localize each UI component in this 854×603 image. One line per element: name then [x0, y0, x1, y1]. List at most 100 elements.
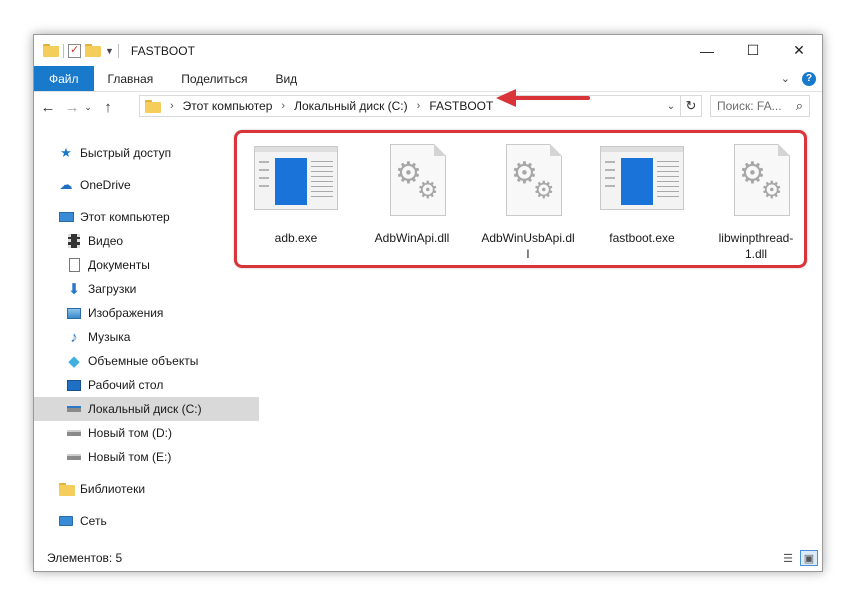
help-icon[interactable]: ? — [802, 71, 816, 86]
file-item-libwinpthread-dll[interactable]: ⚙ ⚙ libwinpthread-1.dll — [702, 144, 810, 264]
details-view-button[interactable]: ☰ — [779, 550, 797, 566]
close-button[interactable]: ✕ — [776, 35, 822, 66]
documents-icon — [66, 257, 82, 273]
sidebar-item-label: Библиотеки — [80, 482, 146, 496]
file-item-adbwinusbapi-dll[interactable]: ⚙ ⚙ AdbWinUsbApi.dll — [474, 144, 582, 264]
sidebar-item-pictures[interactable]: Изображения — [34, 301, 259, 325]
address-bar-actions: ⌄ ↻ — [662, 96, 701, 116]
address-bar[interactable]: › Этот компьютер › Локальный диск (C:) ›… — [139, 95, 702, 117]
sidebar-item-label: Документы — [88, 258, 150, 272]
sidebar-item-local-disk-c[interactable]: Локальный диск (C:) — [34, 397, 259, 421]
sidebar-item-label: Этот компьютер — [80, 210, 170, 224]
sidebar-item-onedrive[interactable]: ☁ OneDrive — [34, 173, 251, 197]
up-button[interactable]: ↑ — [98, 96, 118, 118]
3d-objects-icon: ◆ — [68, 353, 80, 370]
customize-toolbar-chevron-icon[interactable]: ▼ — [105, 46, 114, 56]
sidebar-item-drive-d[interactable]: Новый том (D:) — [34, 421, 259, 445]
tab-home[interactable]: Главная — [94, 66, 168, 91]
dll-gear-icon: ⚙ ⚙ — [368, 144, 456, 220]
tab-file[interactable]: Файл — [34, 66, 94, 91]
expand-ribbon-chevron-icon[interactable]: ⌄ — [781, 72, 790, 85]
breadcrumb-separator[interactable]: › — [417, 100, 421, 112]
forward-button[interactable]: → — [62, 96, 82, 118]
file-name: AdbWinUsbApi.dll — [481, 231, 575, 261]
file-name: adb.exe — [274, 231, 318, 245]
breadcrumb-local-disk-c[interactable]: Локальный диск (C:) — [294, 99, 408, 113]
sidebar-item-label: Новый том (D:) — [88, 426, 172, 440]
sidebar-item-video[interactable]: Видео — [34, 229, 259, 253]
drive-e-icon — [66, 449, 82, 465]
breadcrumb-separator[interactable]: › — [170, 100, 174, 112]
new-folder-icon[interactable] — [85, 44, 101, 57]
desktop-icon — [66, 377, 82, 393]
executable-icon — [598, 144, 686, 220]
minimize-button[interactable]: — — [684, 35, 730, 66]
sidebar-item-label: Изображения — [88, 306, 164, 320]
sidebar-item-label: Сеть — [80, 514, 107, 528]
ribbon-right: ⌄ ? — [781, 66, 822, 91]
tab-view[interactable]: Вид — [261, 66, 311, 91]
title-bar: ▼ FASTBOOT — ☐ ✕ — [34, 35, 822, 66]
file-item-fastboot-exe[interactable]: fastboot.exe — [588, 144, 696, 264]
navigation-bar: ← → ⌄ ↑ › Этот компьютер › Локальный дис… — [34, 92, 822, 122]
search-input[interactable]: Поиск: FA... — [717, 99, 782, 113]
annotation-arrow — [496, 89, 590, 107]
properties-icon[interactable] — [68, 43, 81, 58]
dll-gear-icon: ⚙ ⚙ — [712, 144, 800, 220]
back-button[interactable]: ← — [38, 96, 58, 118]
video-icon — [66, 233, 82, 249]
sidebar-item-downloads[interactable]: ⬇ Загрузки — [34, 277, 259, 301]
breadcrumb-separator[interactable]: › — [281, 100, 285, 112]
maximize-button[interactable]: ☐ — [730, 35, 776, 66]
sidebar-item-desktop[interactable]: Рабочий стол — [34, 373, 259, 397]
cloud-icon: ☁ — [59, 177, 73, 192]
window-title: FASTBOOT — [130, 43, 195, 58]
sidebar-item-label: Объемные объекты — [88, 354, 199, 368]
sidebar-item-quick-access[interactable]: ★ Быстрый доступ — [34, 141, 251, 165]
address-history-chevron-icon[interactable]: ⌄ — [662, 101, 680, 112]
music-icon: ♪ — [70, 328, 78, 346]
tab-share[interactable]: Поделиться — [167, 66, 261, 91]
explorer-window: ▼ FASTBOOT — ☐ ✕ Файл Главная Поделиться… — [33, 34, 823, 572]
file-name: libwinpthread-1.dll — [718, 231, 794, 261]
sidebar-item-drive-e[interactable]: Новый том (E:) — [34, 445, 259, 469]
file-item-adbwinapi-dll[interactable]: ⚙ ⚙ AdbWinApi.dll — [358, 144, 466, 264]
sidebar-item-label: Музыка — [88, 330, 131, 344]
sidebar-item-documents[interactable]: Документы — [34, 253, 259, 277]
recent-locations-chevron-icon[interactable]: ⌄ — [82, 96, 94, 118]
downloads-icon: ⬇ — [67, 281, 81, 298]
toolbar-separator — [63, 43, 64, 58]
refresh-button[interactable]: ↻ — [680, 96, 701, 116]
dll-gear-icon: ⚙ ⚙ — [484, 144, 572, 220]
view-switcher: ☰ ▣ — [776, 550, 818, 566]
sidebar-item-label: OneDrive — [80, 178, 131, 192]
sidebar-item-libraries[interactable]: Библиотеки — [34, 477, 251, 501]
window-controls: — ☐ ✕ — [684, 35, 822, 66]
network-icon — [58, 513, 74, 529]
pictures-icon — [66, 305, 82, 321]
sidebar-item-label: Новый том (E:) — [88, 450, 172, 464]
computer-icon — [58, 209, 74, 225]
sidebar-item-label: Видео — [88, 234, 124, 248]
sidebar-item-3d-objects[interactable]: ◆ Объемные объекты — [34, 349, 259, 373]
sidebar-item-label: Быстрый доступ — [80, 146, 172, 160]
breadcrumb-fastboot[interactable]: FASTBOOT — [429, 99, 493, 113]
search-icon[interactable]: ⌕ — [796, 98, 803, 114]
file-item-adb-exe[interactable]: adb.exe — [242, 144, 350, 264]
folder-icon — [145, 99, 161, 113]
ribbon: Файл Главная Поделиться Вид ⌄ ? — [34, 66, 822, 92]
file-name: AdbWinApi.dll — [374, 231, 450, 245]
search-box[interactable]: Поиск: FA... ⌕ — [710, 95, 810, 117]
large-icons-view-button[interactable]: ▣ — [800, 550, 818, 566]
toolbar-separator — [117, 43, 119, 58]
quick-access-toolbar: ▼ — [43, 43, 123, 58]
breadcrumb-this-pc[interactable]: Этот компьютер — [183, 99, 273, 113]
sidebar-item-music[interactable]: ♪ Музыка — [34, 325, 259, 349]
sidebar-item-network[interactable]: Сеть — [34, 509, 251, 533]
status-bar: Элементов: 5 ☰ ▣ — [34, 545, 822, 571]
file-list: adb.exe ⚙ ⚙ AdbWinApi.dll ⚙ ⚙ AdbWinUsbA… — [234, 130, 819, 545]
folder-icon — [43, 44, 59, 57]
sidebar-item-this-pc[interactable]: Этот компьютер — [34, 205, 251, 229]
items-count: Элементов: 5 — [47, 551, 123, 565]
sidebar-item-label: Загрузки — [88, 282, 137, 296]
